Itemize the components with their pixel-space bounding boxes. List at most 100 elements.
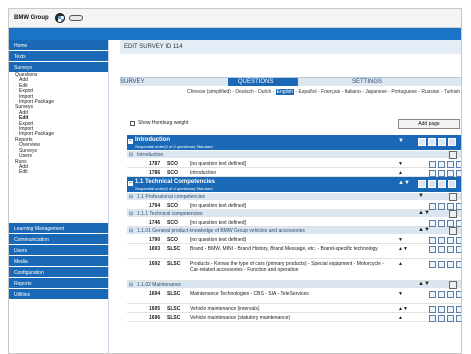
subsection-move-arrows[interactable]: ▲▼ (418, 281, 430, 287)
edit-icon[interactable] (447, 170, 454, 177)
copy-icon[interactable] (449, 193, 457, 201)
collapse-toggle-icon[interactable]: − (128, 139, 133, 144)
sidebar-item-media[interactable]: Media (9, 255, 108, 267)
question-move-arrows[interactable]: ▲▼ (398, 246, 408, 252)
collapse-toggle-icon[interactable]: ⊟ (129, 194, 133, 200)
preview-icon[interactable] (438, 161, 445, 168)
collapse-toggle-icon[interactable]: − (128, 181, 133, 186)
delete-icon[interactable] (456, 246, 461, 253)
question-move-arrows[interactable]: ▼ (398, 291, 403, 297)
collapse-toggle-icon[interactable]: ⊟ (129, 152, 133, 158)
preview-icon[interactable] (438, 315, 445, 322)
edit-icon[interactable] (447, 315, 454, 322)
section-move-arrows[interactable]: ▲▼ (398, 180, 410, 186)
magnifier-icon[interactable] (429, 170, 436, 177)
edit-icon[interactable] (447, 246, 454, 253)
settings-icon[interactable] (418, 138, 426, 146)
tab-settings[interactable]: SETTINGS (352, 79, 382, 85)
question-move-arrows[interactable]: ▲ (398, 261, 403, 267)
sidebar-item-reports[interactable]: Reports (9, 277, 108, 289)
section-move-arrows[interactable]: ▼ (398, 138, 404, 144)
languages-before[interactable]: Chinese (simplified) - Deutsch - Dutch - (187, 89, 274, 95)
delete-icon[interactable] (456, 315, 461, 322)
subsection-move-arrows[interactable]: ▲▼ (418, 210, 430, 216)
delete-icon[interactable] (456, 170, 461, 177)
show-weight-checkbox[interactable] (130, 121, 135, 126)
sidebar-item-communication[interactable]: Communication (9, 233, 108, 245)
sidebar-item-configuration[interactable]: Configuration (9, 266, 108, 278)
languages-after[interactable]: - Español - Français - Italiano - Japane… (295, 89, 460, 95)
edit-icon[interactable] (447, 161, 454, 168)
edit-icon[interactable] (438, 180, 446, 188)
subsection-title[interactable]: 1.1.01 General product knowledge of BMW … (137, 228, 305, 234)
preview-icon[interactable] (438, 170, 445, 177)
delete-icon[interactable] (456, 237, 461, 244)
collapse-toggle-icon[interactable]: ⊟ (129, 211, 133, 217)
magnifier-icon[interactable] (429, 203, 436, 210)
magnifier-icon[interactable] (429, 315, 436, 322)
delete-icon[interactable] (456, 306, 461, 313)
edit-icon[interactable] (447, 237, 454, 244)
edit-icon[interactable] (447, 261, 454, 268)
question-move-arrows[interactable]: ▲ (398, 170, 403, 176)
sidebar-item-utilities[interactable]: Utilities (9, 288, 108, 300)
question-move-arrows[interactable]: ▼ (398, 237, 403, 243)
sidebar-item-users[interactable]: Users (9, 244, 108, 256)
copy-icon[interactable] (449, 210, 457, 218)
subsection-title[interactable]: 1.1 Professional competencies (137, 194, 205, 200)
magnifier-icon[interactable] (429, 237, 436, 244)
magnifier-icon[interactable] (429, 261, 436, 268)
section-title[interactable]: 1.1 Technical Competencies (135, 179, 215, 185)
edit-icon[interactable] (447, 203, 454, 210)
question-move-arrows[interactable]: ▼ (398, 161, 403, 167)
magnifier-icon[interactable] (429, 220, 436, 227)
delete-icon[interactable] (448, 180, 456, 188)
edit-icon[interactable] (447, 220, 454, 227)
question-text: [no question text defined] (190, 203, 246, 209)
preview-icon[interactable] (438, 246, 445, 253)
preview-icon[interactable] (438, 261, 445, 268)
tab-questions[interactable]: QUESTIONS (228, 78, 298, 86)
question-id: 1786 (149, 170, 161, 176)
language-current[interactable]: English (275, 89, 295, 95)
sidebar-item-home[interactable]: Home (9, 40, 108, 51)
delete-icon[interactable] (456, 291, 461, 298)
section-title[interactable]: Introduction (135, 137, 170, 143)
edit-icon[interactable] (447, 291, 454, 298)
subsection-title[interactable]: Introduction (137, 152, 163, 158)
add-page-button[interactable]: Add page (398, 119, 460, 129)
subsection-title[interactable]: 1.1.1 Technical competencies (137, 211, 203, 217)
subsection-move-arrows[interactable]: ▲▼ (418, 227, 430, 233)
sidebar-item-texts[interactable]: Texts (9, 51, 108, 62)
copy-icon[interactable] (428, 138, 436, 146)
preview-icon[interactable] (438, 306, 445, 313)
magnifier-icon[interactable] (429, 291, 436, 298)
delete-icon[interactable] (456, 261, 461, 268)
edit-icon[interactable] (447, 306, 454, 313)
copy-icon[interactable] (449, 227, 457, 235)
sidebar-item-learning-management[interactable]: Learning Management (9, 222, 108, 234)
delete-icon[interactable] (448, 138, 456, 146)
magnifier-icon[interactable] (429, 306, 436, 313)
magnifier-icon[interactable] (429, 161, 436, 168)
tab-survey[interactable]: SURVEY (120, 79, 145, 85)
delete-icon[interactable] (456, 161, 461, 168)
subsection-title[interactable]: 1.1.02 Maintenance (137, 282, 181, 288)
subsection-move-arrows[interactable]: ▼ (418, 193, 424, 199)
preview-icon[interactable] (438, 203, 445, 210)
preview-icon[interactable] (438, 291, 445, 298)
magnifier-icon[interactable] (429, 246, 436, 253)
settings-icon[interactable] (418, 180, 426, 188)
preview-icon[interactable] (438, 237, 445, 244)
preview-icon[interactable] (438, 220, 445, 227)
collapse-toggle-icon[interactable]: ⊟ (129, 282, 133, 288)
collapse-toggle-icon[interactable]: ⊟ (129, 228, 133, 234)
delete-icon[interactable] (456, 220, 461, 227)
copy-icon[interactable] (449, 151, 457, 159)
delete-icon[interactable] (456, 203, 461, 210)
copy-icon[interactable] (449, 281, 457, 289)
copy-icon[interactable] (428, 180, 436, 188)
edit-icon[interactable] (438, 138, 446, 146)
question-move-arrows[interactable]: ▲▼ (398, 306, 408, 312)
question-move-arrows[interactable]: ▲ (398, 315, 403, 321)
